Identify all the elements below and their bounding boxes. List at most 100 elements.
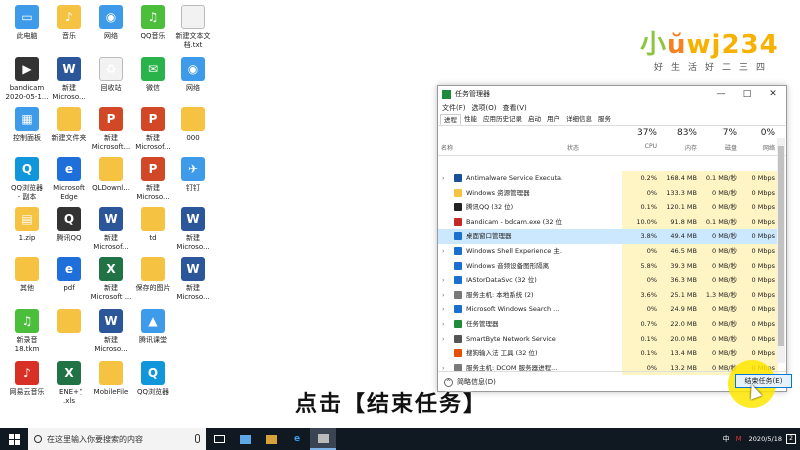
desktop-icon[interactable]: W 新建 Microsof... xyxy=(88,207,134,252)
microphone-icon[interactable] xyxy=(195,434,200,443)
folder-icon xyxy=(99,361,123,385)
desktop-icon[interactable] xyxy=(46,309,92,336)
desktop-icon[interactable]: e Microsoft Edge xyxy=(46,157,92,202)
process-icon xyxy=(454,188,462,197)
desktop-icon[interactable]: ♪ 网易云音乐 xyxy=(4,361,50,397)
header-network[interactable]: 0% 网络 xyxy=(740,126,778,156)
taskbar-task-manager[interactable] xyxy=(310,428,336,450)
maximize-button[interactable]: □ xyxy=(734,89,760,99)
taskbar-edge[interactable]: e xyxy=(284,428,310,450)
menu-item[interactable]: 查看(V) xyxy=(502,102,526,114)
desktop-icon[interactable]: 新建文件夹 xyxy=(46,107,92,143)
process-row[interactable]: › Microsoft Windows Search ... 0% 24.9 MB 0 … xyxy=(438,302,778,317)
taskbar-search-box[interactable]: 在这里输入你要搜索的内容 xyxy=(28,428,206,450)
expand-arrow-icon[interactable]: › xyxy=(442,302,450,317)
process-row[interactable]: 腾讯QQ (32 位) 0.1% 120.1 MB 0 MB/秒 0 Mbps xyxy=(438,200,778,215)
desktop-icon[interactable]: ◉ 网络 xyxy=(170,57,216,93)
header-cpu[interactable]: 37% CPU xyxy=(622,126,660,156)
desktop-icon[interactable]: ♻ 回收站 xyxy=(88,57,134,93)
expand-arrow-icon[interactable] xyxy=(442,346,450,361)
tab-item[interactable]: 性能 xyxy=(461,114,480,125)
process-memory: 120.1 MB xyxy=(660,200,700,215)
process-row[interactable]: › SmartByte Network Service 0.1% 20.0 MB 0 M… xyxy=(438,331,778,347)
end-task-button[interactable]: 结束任务(E) xyxy=(735,374,792,388)
desktop-icon[interactable]: e pdf xyxy=(46,257,92,293)
process-row[interactable]: Bandicam - bdcam.exe (32 位) 10.0% 91.8 MB 0… xyxy=(438,214,778,230)
tab-item[interactable]: 用户 xyxy=(544,114,563,125)
desktop-icon[interactable]: ◉ 网络 xyxy=(88,5,134,41)
desktop-icon[interactable]: ▶ bandicam 2020-05-1... xyxy=(4,57,50,102)
notification-icon[interactable]: 2 xyxy=(786,434,796,444)
tab-item[interactable]: 进程 xyxy=(440,114,461,125)
taskbar-clock[interactable]: 2020/5/18 xyxy=(749,435,782,443)
process-name: IAStorDataSvc (32 位) xyxy=(466,276,537,285)
header-memory[interactable]: 83% 内存 xyxy=(660,126,700,156)
process-row[interactable]: › Antimalware Service Executa... 0.2% 168.4… xyxy=(438,171,778,186)
expand-arrow-icon[interactable]: › xyxy=(442,317,450,332)
process-row[interactable]: › IAStorDataSvc (32 位) 0% 36.3 MB 0 MB/秒 0 Mb… xyxy=(438,273,778,288)
close-button[interactable]: ✕ xyxy=(760,89,786,99)
expand-arrow-icon[interactable]: › xyxy=(442,332,450,347)
ime-indicator[interactable]: 中 xyxy=(723,434,730,444)
expand-arrow-icon[interactable]: › xyxy=(442,273,450,288)
desktop-icon[interactable]: Q 腾讯QQ xyxy=(46,207,92,243)
desktop-icon[interactable]: W 新建 Microso... xyxy=(46,57,92,102)
tab-item[interactable]: 服务 xyxy=(595,114,614,125)
menu-item[interactable]: 文件(F) xyxy=(442,102,466,114)
expand-arrow-icon[interactable] xyxy=(442,186,450,201)
desktop-icon[interactable]: MobileFile xyxy=(88,361,134,397)
header-status[interactable]: 状态 xyxy=(564,126,622,156)
desktop-icon[interactable]: W 新建 Microso... xyxy=(170,207,216,252)
desktop-icon[interactable]: QLDownl... xyxy=(88,157,134,193)
header-name[interactable]: 名称 xyxy=(438,126,564,156)
expand-arrow-icon[interactable]: › xyxy=(442,171,450,186)
task-manager-window[interactable]: 任务管理器 — □ ✕ 文件(F) 选项(O) 查看(V) 进程 性能 应用历史记录 启动… xyxy=(437,85,787,392)
process-row[interactable]: › 任务管理器 0.7% 22.0 MB 0 MB/秒 0 Mbps xyxy=(438,316,778,332)
desktop-icon[interactable]: Q QQ浏览器 xyxy=(130,361,176,397)
process-row[interactable]: 桌面窗口管理器 3.8% 49.4 MB 0 MB/秒 0 Mbps xyxy=(438,229,778,244)
desktop-icon[interactable]: 其他 xyxy=(4,257,50,293)
expand-arrow-icon[interactable]: › xyxy=(442,288,450,303)
scrollbar[interactable] xyxy=(777,138,785,363)
desktop-icon[interactable]: P 新建 Microsoft... xyxy=(88,107,134,152)
desktop-icon[interactable]: ▭ 此电脑 xyxy=(4,5,50,41)
desktop-icon[interactable]: X 新建 Microsoft ... xyxy=(88,257,134,302)
tab-item[interactable]: 详细信息 xyxy=(563,114,595,125)
expand-arrow-icon[interactable]: › xyxy=(442,244,450,259)
task-view-button[interactable] xyxy=(206,428,232,450)
music-folder-icon: ♪ xyxy=(57,5,81,29)
process-row[interactable]: 搜狗输入法 工具 (32 位) 0.1% 13.4 MB 0 MB/秒 0 Mbps xyxy=(438,346,778,361)
desktop-icon[interactable]: ▲ 腾讯课堂 xyxy=(130,309,176,345)
process-row[interactable]: › 服务主机: 本地系统 (2) 3.6% 25.1 MB 1.3 MB/秒 0 Mbps xyxy=(438,287,778,303)
desktop-icon[interactable]: ▤ 1.zip xyxy=(4,207,50,243)
desktop-icon[interactable]: ♪ 音乐 xyxy=(46,5,92,41)
process-row[interactable]: Windows 音频设备图形隔离 5.8% 39.3 MB 0 MB/秒 0 Mbps xyxy=(438,258,778,274)
desktop-icon[interactable]: 新建文本文 档.txt xyxy=(170,5,216,50)
minimize-button[interactable]: — xyxy=(708,89,734,99)
taskbar-mail[interactable] xyxy=(232,428,258,450)
tab-item[interactable]: 应用历史记录 xyxy=(480,114,525,125)
expand-arrow-icon[interactable] xyxy=(442,200,450,215)
process-row[interactable]: › Windows Shell Experience 主... 0% 46.5 MB 0… xyxy=(438,243,778,259)
desktop-icon[interactable]: ♫ 新录音 18.tkm xyxy=(4,309,50,354)
tab-item[interactable]: 启动 xyxy=(525,114,544,125)
start-button[interactable] xyxy=(0,428,28,450)
header-disk[interactable]: 7% 磁盘 xyxy=(700,126,740,156)
desktop-icon[interactable]: X ENE+ֵܽ .xls xyxy=(46,361,92,406)
title-bar[interactable]: 任务管理器 — □ ✕ xyxy=(438,86,786,102)
tray-app-icon[interactable]: M xyxy=(736,435,742,443)
menu-item[interactable]: 选项(O) xyxy=(472,102,497,114)
expand-arrow-icon[interactable] xyxy=(442,259,450,274)
process-row[interactable]: Windows 资源管理器 0% 133.3 MB 0 MB/秒 0 Mbps xyxy=(438,185,778,201)
text-file-icon xyxy=(181,5,205,29)
desktop-icon[interactable]: 000 xyxy=(170,107,216,143)
desktop-icon[interactable]: W 新建 Microso... xyxy=(88,309,134,354)
scrollbar-thumb[interactable] xyxy=(778,146,784,346)
desktop-icon[interactable]: W 新建 Microso... xyxy=(170,257,216,302)
expand-arrow-icon[interactable] xyxy=(442,215,450,230)
desktop-icon[interactable]: Q QQ浏览器 - 副本 xyxy=(4,157,50,202)
desktop-icon[interactable]: ✈ 钉钉 xyxy=(170,157,216,193)
expand-arrow-icon[interactable] xyxy=(442,229,450,244)
desktop-icon[interactable]: ▦ 控制面板 xyxy=(4,107,50,143)
taskbar-store[interactable] xyxy=(258,428,284,450)
